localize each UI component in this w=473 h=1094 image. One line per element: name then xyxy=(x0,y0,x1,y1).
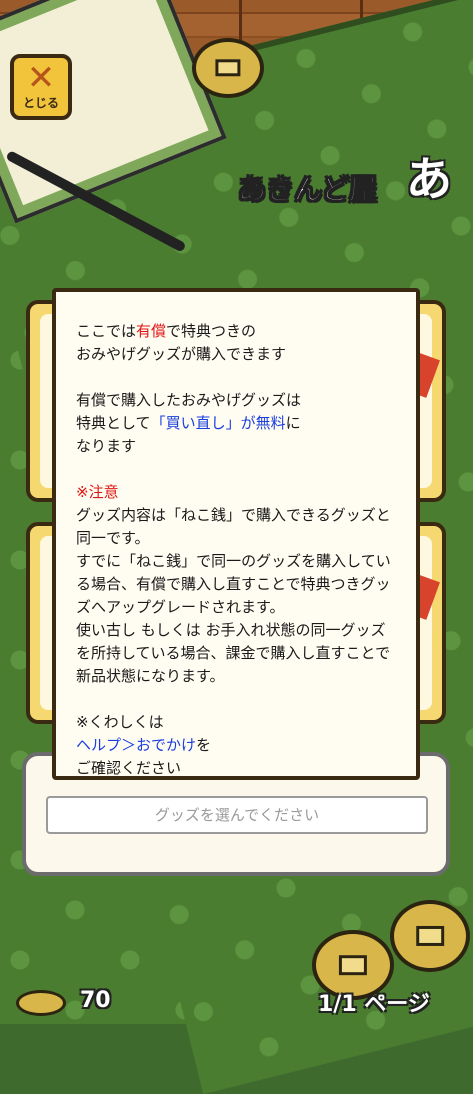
intro-paragraph: ここでは有償で特典つきの おみやげグッズが購入できます xyxy=(76,320,398,366)
help-text: を xyxy=(196,736,212,754)
coin-icon xyxy=(192,38,264,98)
shop-title: あきんど屋 xyxy=(237,173,378,207)
intro-text: おみやげグッズが購入できます xyxy=(76,345,287,363)
benefit-text: 有償で購入したおみやげグッズは xyxy=(76,391,302,409)
shop-logo-icon: あ xyxy=(406,152,452,206)
warning-text: グッズ内容は「ねこ銭」で購入できるグッズと同一です。 xyxy=(76,506,391,547)
benefit-paragraph: 有償で購入したおみやげグッズは 特典として「買い直し」が無料に なります xyxy=(76,389,398,458)
benefit-text: に xyxy=(285,414,301,432)
page-indicator: 1/1 ページ xyxy=(318,992,430,1017)
warning-title: ※注意 xyxy=(76,483,119,501)
coin-icon xyxy=(16,990,66,1016)
close-button[interactable]: ✕ とじる xyxy=(10,54,72,120)
warning-text: すでに「ねこ銭」で同一のグッズを購入している場合、有償で購入し直すことで特典つき… xyxy=(76,552,391,616)
warning-text: 使い古し もしくは お手入れ状態の同一グッズを所持している場合、課金で購入し直す… xyxy=(76,621,391,685)
help-text: ※くわしくは xyxy=(76,713,164,731)
benefit-text: なります xyxy=(76,437,137,455)
free-rebuy-highlight: 「買い直し」が無料 xyxy=(150,414,286,432)
help-paragraph: ※くわしくは ヘルプ＞おでかけを ご確認ください xyxy=(76,711,398,780)
coin-icon xyxy=(390,900,470,972)
help-text: ご確認ください xyxy=(76,759,182,777)
close-label: とじる xyxy=(22,96,59,110)
intro-text: ここでは xyxy=(76,322,137,340)
info-dialog: ここでは有償で特典つきの おみやげグッズが購入できます 有償で購入したおみやげグ… xyxy=(52,288,420,780)
help-link[interactable]: ヘルプ＞おでかけ xyxy=(76,736,196,754)
coin-count: 70 xyxy=(80,988,111,1013)
close-x-icon: ✕ xyxy=(26,58,56,98)
warning-paragraph: ※注意 グッズ内容は「ねこ銭」で購入できるグッズと同一です。 すでに「ねこ銭」で… xyxy=(76,481,398,688)
paid-highlight: 有償 xyxy=(136,322,167,340)
benefit-text: 特典として xyxy=(76,414,151,432)
choose-goods-box: グッズを選んでください xyxy=(46,796,428,834)
intro-text: で特典つきの xyxy=(166,322,257,340)
